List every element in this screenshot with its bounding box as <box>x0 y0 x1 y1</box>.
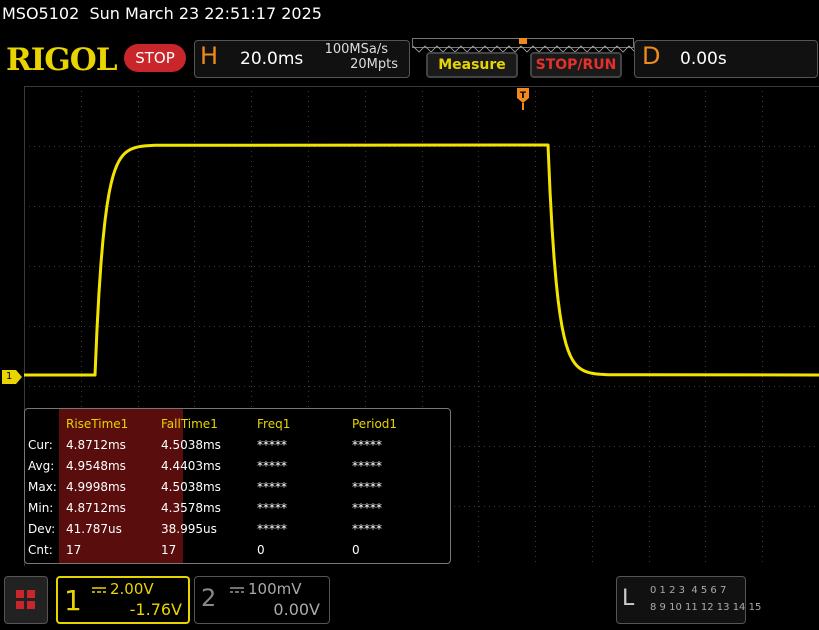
table-cell: ***** <box>352 459 382 473</box>
delay-value: 0.00s <box>680 49 727 69</box>
horizontal-label: H <box>200 42 219 70</box>
table-cell: ***** <box>352 501 382 515</box>
logic-channels-low: 0 1 2 3 4 5 6 7 <box>650 585 727 596</box>
table-cell: 38.995us <box>161 522 217 536</box>
channel2-offset: 0.00V <box>273 600 320 619</box>
table-cell: ***** <box>257 459 287 473</box>
table-cell: 4.5038ms <box>161 438 221 452</box>
row-label-cnt: Cnt: <box>28 543 53 557</box>
column-header-falltime[interactable]: FallTime1 <box>161 417 218 431</box>
title-line: MSO5102 Sun March 23 22:51:17 2025 <box>2 4 322 23</box>
table-cell: 0 <box>352 543 360 557</box>
channel1-scale: 2.00V <box>110 580 154 598</box>
coupling-icon <box>230 587 244 593</box>
table-cell: 4.8712ms <box>66 501 126 515</box>
table-cell: 0 <box>257 543 265 557</box>
table-cell: 4.5038ms <box>161 480 221 494</box>
table-cell: 4.4403ms <box>161 459 221 473</box>
table-cell: ***** <box>352 522 382 536</box>
column-header-risetime[interactable]: RiseTime1 <box>66 417 128 431</box>
table-cell: ***** <box>257 501 287 515</box>
menu-icon <box>16 590 35 609</box>
memory-depth: 20Mpts <box>350 57 398 72</box>
table-cell: ***** <box>257 480 287 494</box>
timebase-value: 20.0ms <box>240 49 304 69</box>
row-label-avg: Avg: <box>28 459 55 473</box>
measurement-table[interactable]: RiseTime1 FallTime1 Freq1 Period1 Cur: 4… <box>24 408 451 564</box>
table-cell: 4.9998ms <box>66 480 126 494</box>
run-state-badge[interactable]: STOP <box>124 44 186 72</box>
measure-button[interactable]: Measure <box>426 52 518 78</box>
delay-label: D <box>642 42 661 70</box>
memory-trigger-icon <box>519 38 527 44</box>
row-label-max: Max: <box>28 480 57 494</box>
svg-text:T: T <box>520 91 527 101</box>
table-cell: ***** <box>352 438 382 452</box>
channel1-number: 1 <box>64 584 82 617</box>
column-header-freq[interactable]: Freq1 <box>257 417 290 431</box>
stop-run-button[interactable]: STOP/RUN <box>530 52 622 78</box>
trigger-position-icon[interactable]: T <box>516 88 530 110</box>
channel2-number: 2 <box>201 584 217 612</box>
sample-rate: 100MSa/s <box>324 42 388 57</box>
table-cell: ***** <box>352 480 382 494</box>
channel1-offset: -1.76V <box>129 600 182 619</box>
table-cell: ***** <box>257 438 287 452</box>
channel2-scale: 100mV <box>248 580 302 598</box>
column-header-period[interactable]: Period1 <box>352 417 397 431</box>
table-cell: 4.8712ms <box>66 438 126 452</box>
row-label-dev: Dev: <box>28 522 56 536</box>
channel1-trace <box>24 143 819 377</box>
logic-channels-high: 8 9 10 11 12 13 14 15 <box>650 602 762 613</box>
logic-label: L <box>622 586 635 611</box>
row-label-min: Min: <box>28 501 54 515</box>
table-cell: 4.9548ms <box>66 459 126 473</box>
table-cell: 17 <box>161 543 177 557</box>
table-cell: 4.3578ms <box>161 501 221 515</box>
table-cell: 41.787us <box>66 522 122 536</box>
brand-logo: RIGOL <box>6 42 118 78</box>
table-cell: ***** <box>257 522 287 536</box>
menu-button[interactable] <box>4 576 48 624</box>
coupling-icon <box>92 587 106 593</box>
channel1-level-marker[interactable]: 1 <box>2 370 22 384</box>
table-cell: 17 <box>66 543 82 557</box>
row-label-cur: Cur: <box>28 438 53 452</box>
logic-analyzer-panel[interactable] <box>616 576 746 624</box>
